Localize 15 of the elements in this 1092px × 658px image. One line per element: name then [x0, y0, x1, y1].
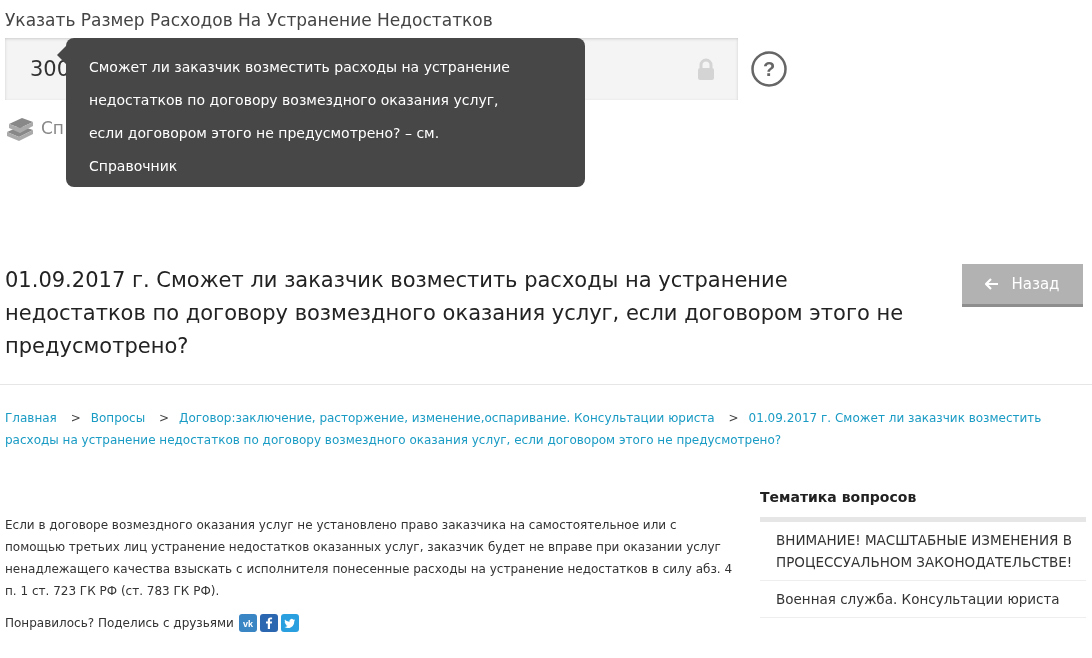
answer-text: Если в договоре возмездного оказания услуг не установлено право заказчика на самостоятельное или с помощью третьих лиц устранение недостатков оказанных услуг, заказчик будет не вправе при оказании услуг ненадлежащего качества взыскать с исполнителя понесенные расходы на устранение недостатков в силу абз. 4 п. 1 ст. 723 ГК РФ (ст. 783 ГК РФ).	[5, 517, 734, 600]
tooltip-text: Сможет ли заказчик возместить расходы на устранение недостатков по договору возмездного оказания услуг, если договором этого не предусмотрено? – см. Справочник	[89, 58, 510, 176]
arrow-left-icon	[985, 278, 1000, 290]
sidebar-item[interactable]: Военная служба. Консультации юриста	[760, 581, 1086, 618]
vk-icon[interactable]: vk	[238, 614, 257, 632]
share-label: Понравилось? Поделись с друзьями	[5, 616, 234, 630]
reference-link[interactable]: Сп	[41, 118, 64, 138]
sidebar-item[interactable]: ВНИМАНИЕ! МАСШТАБНЫЕ ИЗМЕНЕНИЯ В ПРОЦЕССУАЛЬНОМ ЗАКОНОДАТЕЛЬСТВЕ!	[760, 522, 1086, 581]
sidebar-title: Тематика вопросов	[760, 488, 918, 507]
facebook-icon[interactable]	[259, 614, 278, 632]
breadcrumb-trail[interactable]: Главная > Вопросы > Договор:заключение, расторжение, изменение,оспаривание. Консультации юриста > 01.09.2017 г. Сможет ли заказчик возместить расходы на устранение недостатков по договору возмездного оказания услуг, если договором этого не предусмотрено?	[0, 393, 1092, 481]
help-icon[interactable]: ?	[750, 50, 788, 88]
page-heading: 01.09.2017 г. Сможет ли заказчик возместить расходы на устранение недостатков по договору возмездного оказания услуг, если договором этого не предусмотрено?	[5, 267, 905, 360]
twitter-icon[interactable]	[280, 614, 299, 632]
field-label: Указать Размер Расходов На Устранение Недостатков	[5, 9, 494, 32]
